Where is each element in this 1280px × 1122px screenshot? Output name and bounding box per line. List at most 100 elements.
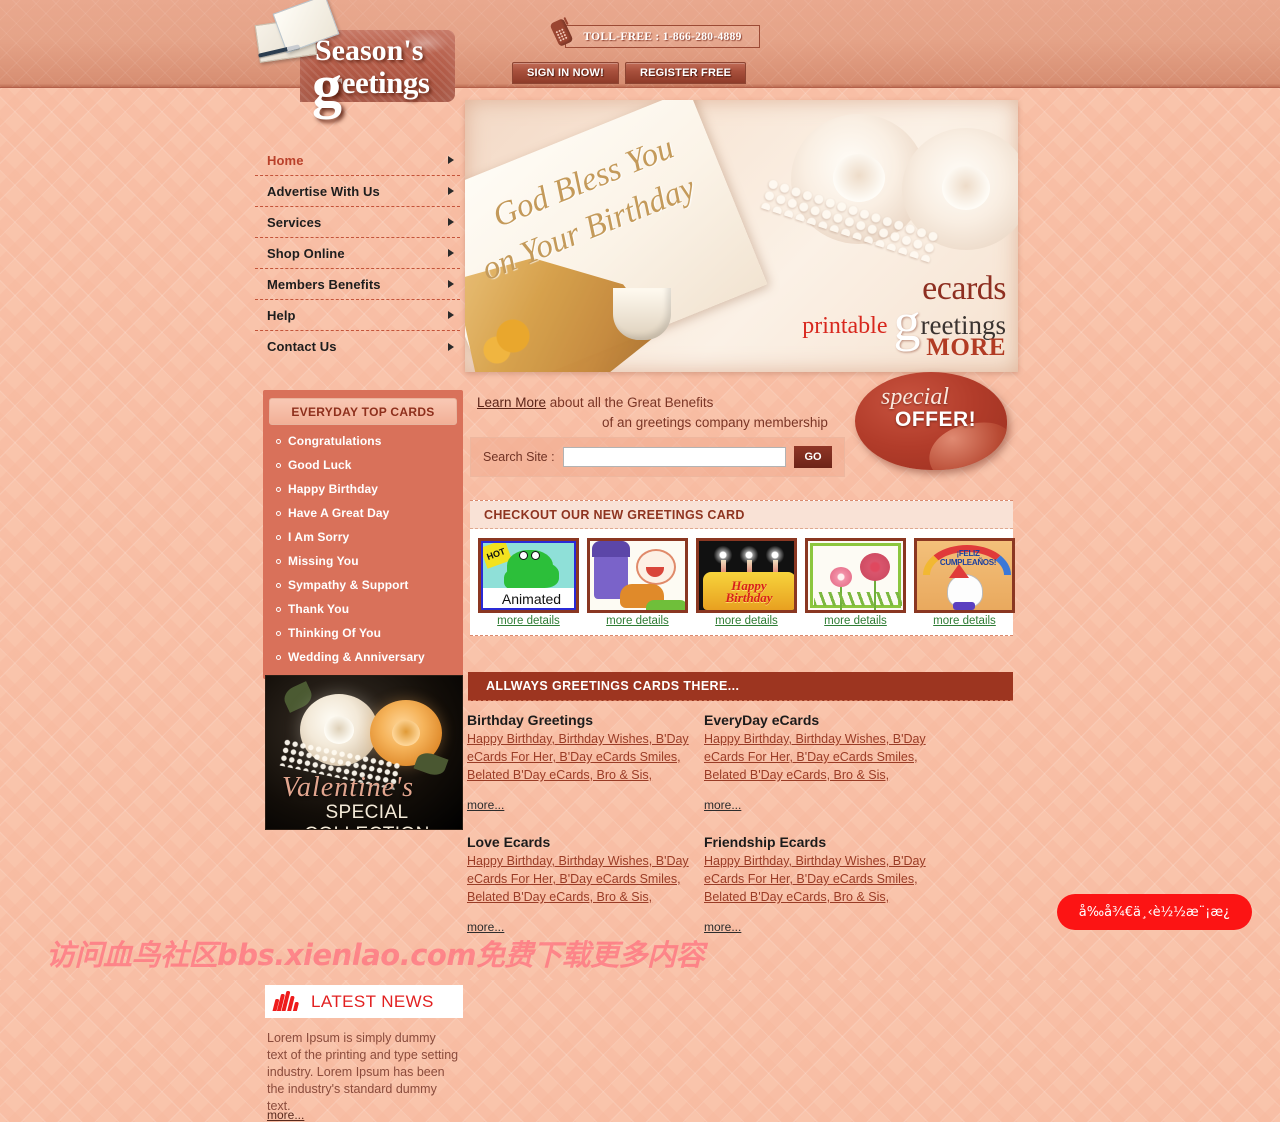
category-links[interactable]: Happy Birthday, Birthday Wishes, B'Day e…: [704, 732, 926, 782]
category-links[interactable]: Happy Birthday, Birthday Wishes, B'Day e…: [704, 854, 926, 904]
top-card-thinking-of-you[interactable]: Thinking Of You: [269, 621, 457, 645]
chevron-right-icon: [448, 280, 454, 288]
latest-news-title: LATEST NEWS: [311, 991, 434, 1011]
card-more-details-link[interactable]: more details: [933, 615, 996, 627]
category-title: Birthday Greetings: [467, 712, 594, 728]
top-card-thank-you[interactable]: Thank You: [269, 597, 457, 621]
chevron-right-icon: [448, 218, 454, 226]
page-content: Season's reetings g SIGN IN NOW! REGISTE…: [250, 0, 1030, 1122]
nav-item-home[interactable]: Home: [255, 145, 460, 176]
card-thumbnail-feliz-cumpleanos[interactable]: ¡FELIZ CUMPLEAÑOS!: [914, 538, 1015, 613]
top-card-label: Good Luck: [288, 458, 352, 472]
nav-item-advertise-with-us[interactable]: Advertise With Us: [255, 176, 460, 207]
nav-label: Members Benefits: [267, 276, 381, 292]
circle-bullet-icon: [276, 438, 281, 444]
mobile-phone-icon: [549, 16, 576, 48]
card-item: ¡FELIZ CUMPLEAÑOS! more details: [914, 538, 1015, 627]
circle-bullet-icon: [276, 510, 281, 516]
new-greetings-cards-section: CHECKOUT OUR NEW GREETINGS CARD HOT Anim…: [470, 500, 1015, 636]
special-offer-script: special: [881, 384, 949, 410]
happy-birthday-caption: Happy Birthday: [725, 578, 773, 605]
top-card-good-luck[interactable]: Good Luck: [269, 453, 457, 477]
search-go-button[interactable]: GO: [794, 446, 832, 468]
top-card-congratulations[interactable]: Congratulations: [269, 429, 457, 453]
top-card-i-am-sorry[interactable]: I Am Sorry: [269, 525, 457, 549]
bowtie-icon: [953, 602, 975, 610]
chevron-right-icon: [448, 156, 454, 164]
top-card-missing-you[interactable]: Missing You: [269, 549, 457, 573]
card-thumbnail-clown-dog[interactable]: [587, 538, 688, 613]
valentine-special-collection-banner[interactable]: Valentine's SPECIAL COLLECTION: [265, 675, 463, 830]
learn-more-text2: of an greetings company membership: [602, 415, 828, 430]
special-offer-badge[interactable]: special OFFER!: [855, 372, 1007, 470]
category-love-ecards: Love Ecards Happy Birthday, Birthday Wis…: [467, 834, 704, 936]
register-button[interactable]: REGISTER FREE: [624, 62, 747, 84]
latest-news-more-link[interactable]: more...: [267, 1108, 304, 1122]
card-thumbnail-frog-animated[interactable]: HOT Animated: [478, 538, 579, 613]
category-links[interactable]: Happy Birthday, Birthday Wishes, B'Day e…: [467, 854, 689, 904]
nav-item-members-benefits[interactable]: Members Benefits: [255, 269, 460, 300]
card-more-details-link[interactable]: more details: [715, 615, 778, 627]
clown-hat-icon: [592, 541, 630, 557]
nav-item-contact-us[interactable]: Contact Us: [255, 331, 460, 362]
learn-more-link[interactable]: Learn More: [477, 395, 546, 410]
card-more-details-link[interactable]: more details: [497, 615, 560, 627]
learn-more-block: Learn More about all the Great Benefits …: [477, 393, 837, 433]
banner-teacup-image: [613, 288, 671, 340]
category-links[interactable]: Happy Birthday, Birthday Wishes, B'Day e…: [467, 732, 689, 782]
top-card-have-a-great-day[interactable]: Have A Great Day: [269, 501, 457, 525]
top-card-label: Congratulations: [288, 434, 382, 448]
top-card-happy-birthday[interactable]: Happy Birthday: [269, 477, 457, 501]
circle-bullet-icon: [276, 606, 281, 612]
category-more-link[interactable]: more...: [704, 920, 741, 934]
card-more-details-link[interactable]: more details: [606, 615, 669, 627]
category-more-link[interactable]: more...: [704, 798, 741, 812]
top-card-label: Thinking Of You: [288, 626, 382, 640]
circle-bullet-icon: [276, 654, 281, 660]
card-more-details-link[interactable]: more details: [824, 615, 887, 627]
logo-g-letter: g: [312, 53, 342, 119]
circle-bullet-icon: [276, 582, 281, 588]
card-item: HOT Animated more details: [478, 538, 579, 627]
category-everyday-ecards: EveryDay eCards Happy Birthday, Birthday…: [704, 712, 941, 814]
nav-label: Home: [267, 152, 304, 168]
top-card-label: Happy Birthday: [288, 482, 379, 496]
hero-banner[interactable]: God Bless You on Your Birthday ecards pr…: [465, 100, 1018, 372]
top-card-label: I Am Sorry: [288, 530, 350, 544]
category-more-link[interactable]: more...: [467, 798, 504, 812]
chevron-right-icon: [448, 187, 454, 195]
top-card-sympathy-and-support[interactable]: Sympathy & Support: [269, 573, 457, 597]
category-friendship-ecards: Friendship Ecards Happy Birthday, Birthd…: [704, 834, 941, 936]
category-more-link[interactable]: more...: [467, 920, 504, 934]
card-thumbnail-flowers[interactable]: [805, 538, 906, 613]
news-flame-icon: [272, 990, 301, 1013]
banner-ecards-text: ecards: [922, 269, 1006, 307]
top-card-label: Sympathy & Support: [288, 578, 409, 592]
checkout-section-title: CHECKOUT OUR NEW GREETINGS CARD: [470, 501, 1013, 529]
nav-label: Services: [267, 214, 322, 230]
search-input[interactable]: [562, 447, 786, 467]
site-logo[interactable]: Season's reetings g: [254, 0, 455, 127]
valentine-script-text: Valentine's: [282, 772, 415, 803]
frog-eye-icon: [531, 551, 540, 560]
circle-bullet-icon: [276, 462, 281, 468]
nav-label: Advertise With Us: [267, 183, 380, 199]
nav-label: Contact Us: [267, 339, 337, 354]
sign-in-button[interactable]: SIGN IN NOW!: [512, 62, 619, 84]
card-thumbnail-birthday-cake[interactable]: Happy Birthday: [696, 538, 797, 613]
banner-g-letter: g: [893, 291, 921, 352]
nav-label: Help: [267, 307, 296, 323]
top-cards-title: EVERYDAY TOP CARDS: [269, 398, 457, 425]
everyday-top-cards-panel: EVERYDAY TOP CARDS Congratulations Good …: [263, 390, 463, 679]
sidebar: Home Advertise With Us Services Shop Onl…: [255, 145, 463, 1122]
top-card-label: Wedding & Anniversary: [288, 650, 425, 664]
top-card-wedding-and-anniversary[interactable]: Wedding & Anniversary: [269, 645, 457, 669]
download-template-button[interactable]: å‰å¾€ä¸‹è½½æ¨¡æ¿: [1056, 894, 1252, 930]
grass-icon: [646, 600, 685, 610]
top-card-label: Have A Great Day: [288, 506, 390, 520]
nav-item-services[interactable]: Services: [255, 207, 460, 238]
category-birthday-greetings: Birthday Greetings Happy Birthday, Birth…: [467, 712, 704, 814]
circle-bullet-icon: [276, 630, 281, 636]
nav-item-help[interactable]: Help: [255, 300, 460, 331]
nav-item-shop-online[interactable]: Shop Online: [255, 238, 460, 269]
